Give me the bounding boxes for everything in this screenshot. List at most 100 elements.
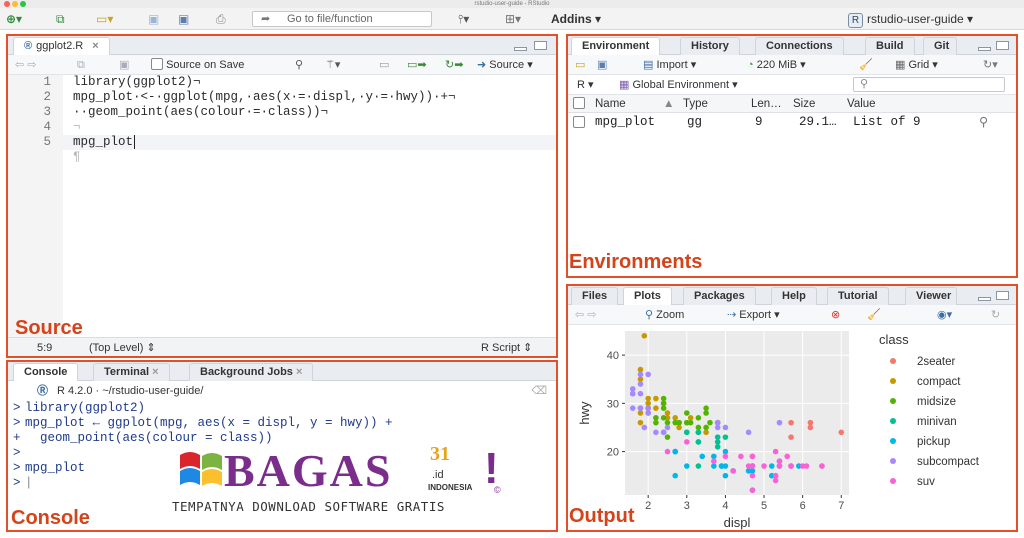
column-header-value[interactable]: Value <box>847 95 876 113</box>
column-header-size[interactable]: Size <box>793 95 815 113</box>
import-dataset-button[interactable]: ▤ Import ▾ <box>643 57 696 73</box>
new-project-icon[interactable]: ⧉ <box>56 11 65 27</box>
view-object-magnifier-icon[interactable]: ⚲ <box>979 113 988 131</box>
tab-tutorial[interactable]: Tutorial <box>827 287 889 305</box>
data-point <box>799 463 806 469</box>
memory-usage[interactable]: ◔ 220 MiB ▾ <box>747 57 806 73</box>
tab-ggplot2-r[interactable]: ® ggplot2.R × <box>13 37 110 56</box>
view-mode-selector[interactable]: ▦ Grid ▾ <box>895 57 938 73</box>
data-point <box>672 419 679 426</box>
maximize-pane-icon[interactable] <box>996 291 1009 300</box>
data-point <box>722 448 729 455</box>
source-pane: ® ggplot2.R × ⇦ ⇨ ⧉ ▣ Source on Save ⚲ ⚚▾… <box>6 34 558 358</box>
data-point <box>714 434 721 440</box>
save-all-icon[interactable]: ▣ <box>178 11 189 27</box>
scope-selector[interactable]: (Top Level) ⇕ <box>89 340 156 356</box>
code-editor[interactable]: 1 2 3 4 5 6 library(ggplot2)¬ mpg_plot·<… <box>7 75 557 337</box>
legend-dot <box>890 458 896 464</box>
data-point <box>653 395 659 402</box>
vcs-icon[interactable]: ⫯▾ <box>458 11 469 27</box>
data-point <box>703 424 709 431</box>
run-icon[interactable]: ▭➡ <box>407 57 427 73</box>
data-point <box>637 376 644 383</box>
tab-terminal[interactable]: Terminal × <box>93 363 170 381</box>
minimize-pane-icon[interactable] <box>978 297 991 301</box>
code-line: ¬ <box>73 120 81 134</box>
previous-plot-icon[interactable]: ⇦ ⇨ <box>575 307 597 323</box>
minimize-pane-icon[interactable] <box>514 47 527 51</box>
save-source-icon[interactable]: ▣ <box>119 57 129 73</box>
addins-menu[interactable]: Addins ▾ <box>551 11 601 27</box>
console-prompt: > <box>13 416 21 430</box>
minimize-pane-icon[interactable] <box>978 47 991 51</box>
tab-connections[interactable]: Connections <box>755 37 844 55</box>
column-header-type[interactable]: Type <box>683 95 708 113</box>
scatter-plot: 2 3 4 5 6 7 20 30 40 displ hwy class 2seater comp… <box>577 331 980 530</box>
maximize-pane-icon[interactable] <box>534 41 547 50</box>
y-tick-label: 30 <box>607 398 619 410</box>
data-point <box>819 463 825 469</box>
open-file-icon[interactable]: ▭▾ <box>96 11 113 27</box>
data-point <box>653 419 659 426</box>
data-point <box>807 419 814 426</box>
close-tab-icon[interactable]: × <box>92 40 98 52</box>
go-to-file-input[interactable]: ➦ Go to file/function <box>252 11 432 27</box>
show-in-window-icon[interactable]: ⧉ <box>77 57 85 73</box>
data-point <box>711 453 717 460</box>
console-prompt: + <box>13 431 21 445</box>
back-arrow-icon[interactable]: ⇦ ⇨ <box>15 57 37 73</box>
row-checkbox[interactable] <box>573 113 585 131</box>
pane-layout-icon[interactable]: ⊞▾ <box>505 11 521 27</box>
tab-background-jobs[interactable]: Background Jobs × <box>189 363 314 381</box>
clear-objects-broom-icon[interactable]: 🧹 <box>859 57 873 73</box>
refresh-icon[interactable]: ↻ <box>991 307 1000 323</box>
project-menu[interactable]: Rrstudio-user-guide ▾ <box>848 11 973 28</box>
zoom-button[interactable]: ⚲ Zoom <box>645 307 684 323</box>
code-tools-wand-icon[interactable]: ⚚▾ <box>325 57 340 73</box>
export-button[interactable]: ⇢ Export ▾ <box>727 307 780 323</box>
tab-help[interactable]: Help <box>771 287 817 305</box>
data-point <box>703 429 709 436</box>
new-file-icon[interactable]: ⊕▾ <box>6 11 22 27</box>
data-point <box>637 405 644 411</box>
column-header-length[interactable]: Len… <box>751 95 782 113</box>
line-number: 1 <box>43 75 51 89</box>
tab-console[interactable]: Console <box>13 363 79 382</box>
publish-icon[interactable]: ◉▾ <box>937 307 952 323</box>
plots-toolbar: ⇦ ⇨ ⚲ Zoom ⇢ Export ▾ ⊗ 🧹 ◉▾ ↻ <box>567 305 1017 325</box>
tab-environment[interactable]: Environment <box>571 37 661 56</box>
tab-git[interactable]: Git <box>923 37 957 55</box>
watermark-country: INDONESIA <box>428 483 473 492</box>
rerun-icon[interactable]: ↻➡ <box>445 57 463 73</box>
remove-plot-icon[interactable]: ⊗ <box>831 307 840 323</box>
tab-history[interactable]: History <box>680 37 740 55</box>
environment-search-input[interactable]: ⚲ <box>853 77 1005 92</box>
row-name: mpg_plot <box>595 115 656 129</box>
language-selector[interactable]: R ▾ <box>577 77 594 93</box>
compile-icon[interactable]: ▭ <box>379 57 389 73</box>
environment-selector[interactable]: ▦ Global Environment ▾ <box>619 77 738 93</box>
data-point <box>695 463 702 469</box>
table-row[interactable]: mpg_plot gg 9 29.1… List of 9 ⚲ <box>567 113 1017 131</box>
filetype-selector[interactable]: R Script ⇕ <box>481 340 532 356</box>
source-on-save-checkbox[interactable]: Source on Save <box>151 57 244 73</box>
x-tick-label: 7 <box>838 500 844 512</box>
data-point <box>703 410 709 416</box>
search-icon[interactable]: ⚲ <box>295 57 303 73</box>
save-workspace-icon[interactable]: ▣ <box>597 57 607 73</box>
load-workspace-icon[interactable]: ▭ <box>575 57 585 73</box>
tab-build[interactable]: Build <box>865 37 915 55</box>
refresh-icon[interactable]: ↻▾ <box>983 57 998 73</box>
print-icon[interactable]: ⎙ <box>216 11 226 27</box>
select-all-checkbox[interactable] <box>573 95 585 113</box>
clear-console-icon[interactable]: ⌫ <box>531 383 547 399</box>
column-header-name[interactable]: Name <box>595 95 626 113</box>
tab-plots[interactable]: Plots <box>623 287 672 306</box>
tab-packages[interactable]: Packages <box>683 287 756 305</box>
source-button[interactable]: ➜ Source ▾ <box>477 57 533 73</box>
tab-files[interactable]: Files <box>571 287 619 305</box>
maximize-pane-icon[interactable] <box>996 41 1009 50</box>
clear-plots-broom-icon[interactable]: 🧹 <box>867 307 881 323</box>
tab-viewer[interactable]: Viewer <box>905 287 957 305</box>
save-icon[interactable]: ▣ <box>148 11 159 27</box>
